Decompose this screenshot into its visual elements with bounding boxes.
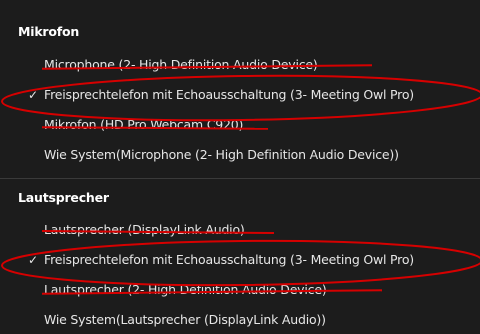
speaker-option-hd-audio[interactable]: Lautsprecher (2- High Definition Audio D… [0, 276, 480, 306]
speaker-section-header: Lautsprecher [18, 190, 109, 205]
speaker-option-displaylink[interactable]: Lautsprecher (DisplayLink Audio) [0, 216, 480, 246]
microphone-option-meeting-owl[interactable]: ✓ Freisprechtelefon mit Echoausschaltung… [0, 81, 480, 111]
speaker-option-meeting-owl[interactable]: ✓ Freisprechtelefon mit Echoausschaltung… [0, 246, 480, 276]
speaker-option-label: Wie System(Lautsprecher (DisplayLink Aud… [44, 312, 326, 327]
microphone-option-webcam[interactable]: Mikrofon (HD Pro Webcam C920) [0, 111, 480, 141]
speaker-option-same-as-system[interactable]: Wie System(Lautsprecher (DisplayLink Aud… [0, 306, 480, 334]
audio-device-menu: Mikrofon Microphone (2- High Definition … [0, 0, 480, 334]
microphone-section-header: Mikrofon [18, 24, 80, 39]
speaker-option-label: Lautsprecher (2- High Definition Audio D… [44, 282, 327, 297]
microphone-option-same-as-system[interactable]: Wie System(Microphone (2- High Definitio… [0, 141, 480, 171]
microphone-option-label: Mikrofon (HD Pro Webcam C920) [44, 117, 244, 132]
microphone-option-label: Wie System(Microphone (2- High Definitio… [44, 147, 399, 162]
microphone-option-label: Freisprechtelefon mit Echoausschaltung (… [44, 87, 414, 102]
section-divider [0, 178, 480, 179]
speaker-option-label: Lautsprecher (DisplayLink Audio) [44, 222, 245, 237]
microphone-option-hd-audio[interactable]: Microphone (2- High Definition Audio Dev… [0, 51, 480, 81]
checkmark-icon: ✓ [28, 88, 39, 102]
speaker-option-label: Freisprechtelefon mit Echoausschaltung (… [44, 252, 414, 267]
checkmark-icon: ✓ [28, 253, 39, 267]
microphone-option-label: Microphone (2- High Definition Audio Dev… [44, 57, 318, 72]
